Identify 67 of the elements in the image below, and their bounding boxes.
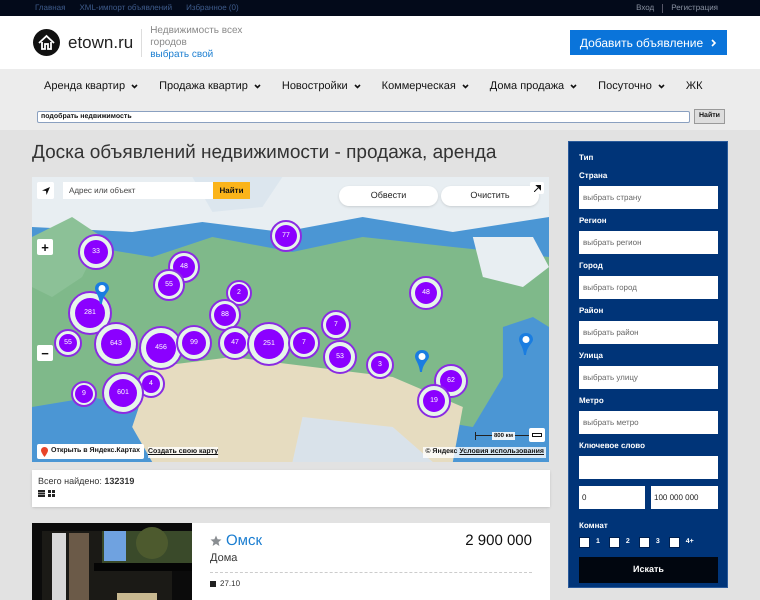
- add-listing-button[interactable]: Добавить объявление: [570, 30, 727, 55]
- page-title: Доска объявлений недвижимости - продажа, аренда: [32, 141, 498, 165]
- filter-label: Ключевое слово: [579, 440, 646, 452]
- map-search-field[interactable]: Адрес или объект: [63, 182, 213, 199]
- auth-link[interactable]: Регистрация: [671, 2, 718, 14]
- room-checkbox[interactable]: [579, 537, 590, 548]
- filter-label: Район: [579, 305, 604, 317]
- filter-field[interactable]: [579, 456, 718, 479]
- filter-field[interactable]: выбрать район: [579, 321, 718, 344]
- room-checkbox[interactable]: [608, 537, 620, 548]
- caret-icon: [462, 84, 469, 88]
- draw-button[interactable]: Обвести: [339, 186, 438, 206]
- filter-field[interactable]: выбрать город: [579, 276, 718, 299]
- nav-item[interactable]: ЖК: [686, 78, 702, 94]
- results-count: Всего найдено: 132319: [38, 475, 136, 488]
- nav-item[interactable]: Продажа квартир: [159, 78, 261, 94]
- listing-city-link[interactable]: Омск: [226, 532, 262, 550]
- clear-button[interactable]: Очистить: [441, 186, 539, 206]
- nav-item[interactable]: Аренда квартир: [44, 78, 138, 94]
- grid-view-icon[interactable]: [48, 490, 55, 496]
- tagline: Недвижимость всех городов выбрать свой: [150, 24, 244, 60]
- filter-field[interactable]: выбрать страну: [579, 186, 718, 209]
- calendar-icon: [210, 580, 216, 586]
- filter-field[interactable]: выбрать метро: [579, 411, 718, 434]
- caret-icon: [254, 84, 261, 88]
- filter-label: Страна: [579, 170, 608, 182]
- caret-icon: [354, 84, 361, 88]
- map-pin-icon[interactable]: [518, 332, 534, 356]
- star-icon[interactable]: [210, 535, 222, 547]
- map-pin-icon: [41, 446, 48, 456]
- zoom-in-button[interactable]: +: [37, 239, 53, 255]
- map-pin-icon[interactable]: [94, 281, 110, 305]
- rooms-label: Комнат: [579, 520, 609, 532]
- site-name[interactable]: etown.ru: [68, 30, 134, 56]
- search-submit-button[interactable]: Искать: [579, 557, 718, 583]
- auth-link[interactable]: Вход: [636, 2, 654, 14]
- nav-item[interactable]: Коммерческая: [382, 78, 469, 94]
- price-from-field[interactable]: 0: [579, 486, 645, 509]
- caret-icon: [131, 84, 138, 88]
- filter-field[interactable]: выбрать улицу: [579, 366, 718, 389]
- chevron-right-icon: [711, 38, 718, 46]
- zoom-out-button[interactable]: −: [37, 345, 53, 361]
- filter-field[interactable]: выбрать регион: [579, 231, 718, 254]
- nav-item[interactable]: Посуточно: [598, 78, 665, 94]
- listing-type: Дома: [210, 551, 238, 566]
- type-label: Тип: [579, 152, 594, 164]
- caret-icon: [658, 84, 665, 88]
- filter-label: Регион: [579, 215, 608, 227]
- filter-label: Улица: [579, 350, 604, 362]
- room-checkbox[interactable]: [638, 537, 650, 548]
- nav-item[interactable]: Дома продажа: [490, 78, 578, 94]
- room-checkbox[interactable]: [668, 537, 680, 548]
- list-view-icon[interactable]: [38, 490, 45, 496]
- map-pin-icon[interactable]: [414, 349, 430, 373]
- fullscreen-icon[interactable]: [530, 182, 544, 194]
- listing-date: 27.10: [220, 578, 240, 590]
- nav-item[interactable]: Новостройки: [282, 78, 361, 94]
- filter-label: Город: [579, 260, 604, 272]
- caret-icon: [570, 84, 578, 88]
- map-search-button[interactable]: Найти: [213, 182, 250, 199]
- filter-label: Метро: [579, 395, 605, 407]
- house-logo-icon[interactable]: [33, 29, 60, 56]
- locate-icon[interactable]: [37, 182, 54, 199]
- price-to-field[interactable]: 100 000 000: [651, 486, 718, 509]
- city-link[interactable]: выбрать свой: [150, 48, 214, 60]
- ruler-icon[interactable]: [529, 428, 545, 442]
- listing-price: 2 900 000: [465, 532, 532, 550]
